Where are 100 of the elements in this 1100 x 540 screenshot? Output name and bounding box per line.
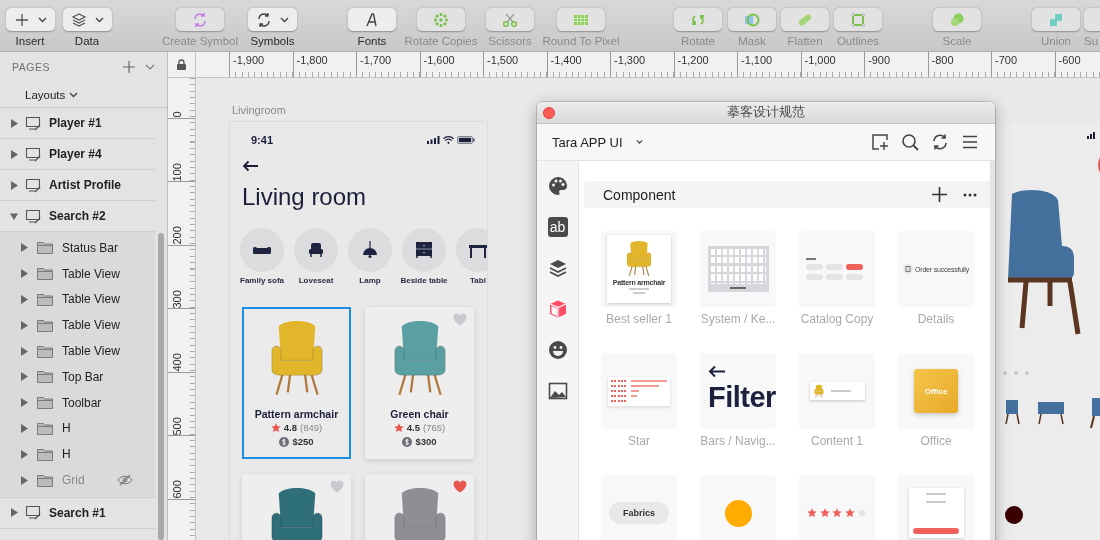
category-button[interactable] (456, 228, 487, 272)
add-icon[interactable] (932, 187, 947, 202)
thumbnail-photo[interactable] (1038, 402, 1064, 425)
disclosure-triangle-icon[interactable] (20, 320, 28, 330)
symbol-icon (192, 11, 208, 28)
page-title: Living room (242, 183, 368, 211)
rotate-copies-icon (433, 11, 449, 28)
layers-icon[interactable] (547, 257, 568, 278)
disclosure-triangle-icon[interactable] (20, 423, 28, 433)
ruler-label: 300 (171, 288, 183, 308)
disclosure-triangle-icon[interactable] (20, 372, 28, 382)
layer-name[interactable]: Table View (62, 318, 133, 333)
layer-name: Search #2 (49, 209, 106, 223)
layer-name: Player #1 (49, 116, 102, 130)
category-button[interactable] (240, 228, 284, 272)
component-tile[interactable] (601, 353, 677, 429)
layer-row[interactable]: Search #1 (0, 497, 155, 529)
component-tile[interactable] (700, 231, 776, 307)
category-button[interactable] (348, 228, 392, 272)
cube-icon[interactable] (547, 298, 568, 319)
disclosure-triangle-icon[interactable] (10, 211, 18, 221)
chevron-icon[interactable] (145, 64, 155, 70)
artboard-icon (25, 146, 42, 162)
disclosure-triangle-icon[interactable] (10, 149, 18, 159)
disclosure-triangle-icon[interactable] (20, 475, 28, 485)
ruler-label: -1,700 (356, 52, 420, 77)
color-swatch[interactable] (1005, 506, 1023, 524)
toolbar-label: Insert (15, 35, 45, 47)
caret-icon (280, 16, 289, 23)
layer-name[interactable]: Top Bar (62, 369, 133, 384)
category-button[interactable] (402, 228, 446, 272)
more-icon[interactable] (963, 192, 977, 197)
category-button[interactable] (294, 228, 338, 272)
signal-icon (1087, 132, 1095, 139)
layer-row[interactable]: Player #4 (0, 139, 155, 170)
disclosure-triangle-icon[interactable] (20, 346, 28, 356)
component-tile[interactable] (898, 475, 974, 540)
caret-icon (94, 16, 104, 23)
layer-row[interactable]: Artist Profile (0, 170, 155, 201)
back-arrow-icon (708, 365, 726, 378)
palette-icon[interactable] (547, 175, 568, 196)
close-button[interactable] (543, 107, 555, 119)
toolbar-label: Outlines (836, 35, 880, 47)
image-icon[interactable] (547, 380, 568, 401)
disclosure-triangle-icon[interactable] (10, 118, 18, 128)
layer-name[interactable]: H (62, 447, 133, 462)
lock-icon[interactable] (177, 59, 186, 70)
layer-row[interactable]: Player #1 (0, 108, 155, 139)
disclosure-triangle-icon[interactable] (20, 295, 28, 304)
component-tile[interactable] (799, 353, 875, 429)
layer-name[interactable]: Toolbar (62, 395, 133, 410)
back-arrow-icon[interactable] (242, 160, 259, 172)
product-card[interactable]: Green chair 4.5 (765) $300 (365, 307, 474, 459)
layer-name[interactable]: H (62, 421, 133, 436)
drawer-icon (414, 240, 434, 260)
add-frame-icon[interactable] (871, 133, 889, 151)
thumbnail-photo[interactable] (1090, 398, 1100, 429)
smiley-icon[interactable] (547, 339, 568, 360)
component-tile[interactable]: Filter (700, 353, 776, 429)
toolbar-label: Flatten (787, 35, 823, 47)
component-tile[interactable] (700, 475, 776, 540)
layer-name[interactable]: Table View (62, 292, 133, 307)
component-tile[interactable] (799, 231, 875, 307)
search-icon[interactable] (901, 133, 919, 151)
menu-icon[interactable] (961, 133, 979, 151)
disclosure-triangle-icon[interactable] (10, 508, 18, 518)
product-card[interactable]: Pattern armchair 4.8 (849) $250 (242, 307, 351, 459)
toolbar-label: Round To Pixel (542, 35, 620, 47)
window-title: 摹客设计规范 (727, 104, 805, 121)
toolbar-label: Fonts (357, 35, 387, 47)
component-label: Catalog Copy (800, 312, 874, 326)
toolbar-button[interactable] (348, 8, 396, 31)
ruler-label: 400 (171, 352, 183, 372)
disclosure-triangle-icon[interactable] (20, 449, 28, 459)
layer-name[interactable]: Table View (62, 266, 133, 281)
scrollbar[interactable] (990, 161, 995, 540)
page-selector[interactable]: Layouts (13, 84, 91, 105)
heart-icon[interactable] (453, 480, 467, 493)
disclosure-triangle-icon[interactable] (20, 269, 28, 279)
ruler-label: 100 (171, 161, 183, 181)
thumbnail-photo[interactable] (1005, 400, 1020, 425)
component-tile[interactable] (799, 475, 875, 540)
thumbnail-text: Filter (708, 382, 776, 412)
layer-name: Search #1 (49, 505, 106, 520)
disclosure-triangle-icon[interactable] (20, 243, 28, 253)
scrollbar-thumb[interactable] (158, 233, 164, 540)
text-style-icon[interactable]: ab (547, 216, 568, 237)
folder-icon (37, 473, 53, 487)
layer-name[interactable]: Status Bar (62, 240, 133, 255)
disclosure-triangle-icon[interactable] (10, 180, 18, 190)
toolbar-button[interactable] (62, 8, 112, 31)
artboard-icon (25, 177, 42, 193)
refresh-icon[interactable] (931, 133, 949, 151)
toolbar-button[interactable] (248, 8, 297, 31)
layer-name[interactable]: Table View (62, 344, 133, 359)
component-tile[interactable]: Fabrics (601, 475, 677, 540)
disclosure-triangle-icon[interactable] (20, 398, 28, 408)
form-thumbnail (908, 488, 964, 538)
toolbar-button[interactable] (5, 8, 55, 31)
hidden-eye-icon[interactable] (117, 474, 133, 487)
